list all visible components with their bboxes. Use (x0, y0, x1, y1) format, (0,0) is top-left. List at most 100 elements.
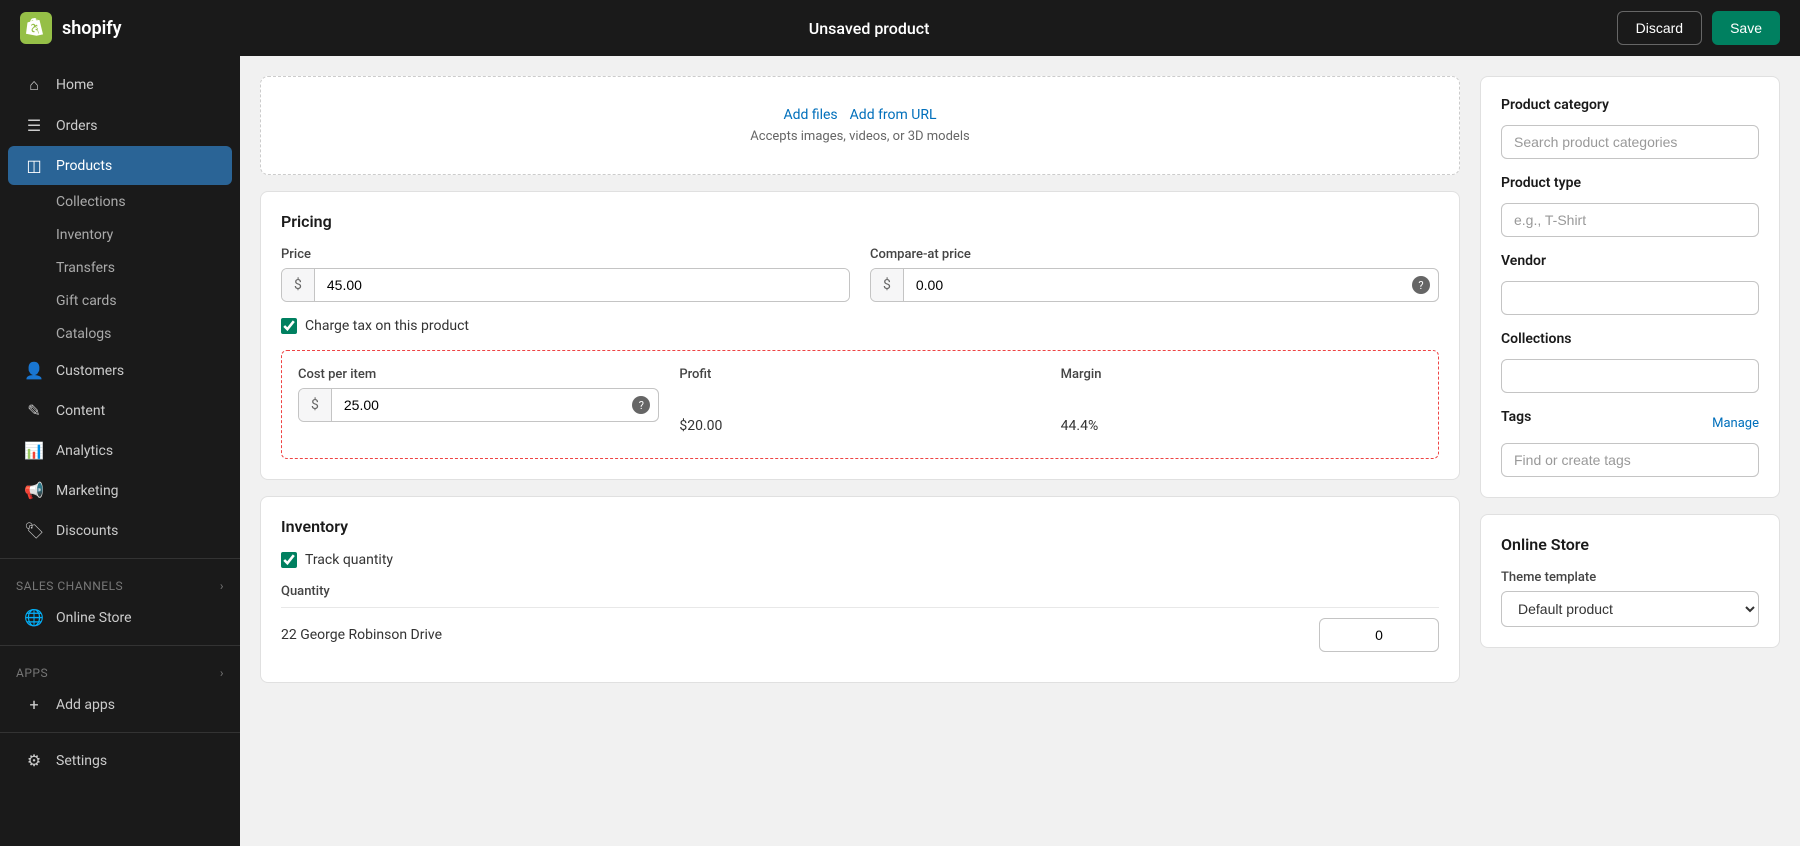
collections-field: Collections (1501, 331, 1759, 393)
sidebar-item-online-store[interactable]: 🌐 Online Store (8, 598, 232, 637)
shopify-logo-icon (20, 12, 52, 44)
compare-price-help-icon[interactable]: ? (1412, 276, 1430, 294)
vendor-input[interactable] (1501, 281, 1759, 315)
media-card-links: Add files Add from URL (281, 107, 1439, 123)
add-apps-icon: + (24, 695, 44, 714)
sidebar-item-customers[interactable]: 👤 Customers (8, 351, 232, 390)
inventory-title: Inventory (281, 517, 1439, 536)
marketing-icon: 📢 (24, 481, 44, 500)
discard-button[interactable]: Discard (1617, 11, 1702, 45)
charge-tax-label[interactable]: Charge tax on this product (305, 318, 469, 334)
product-type-input[interactable] (1501, 203, 1759, 237)
media-accepts-text: Accepts images, videos, or 3D models (281, 129, 1439, 144)
apps-expand-icon[interactable]: › (220, 666, 224, 680)
main-layout: ⌂ Home ☰ Orders ◫ Products Collections I… (0, 56, 1800, 846)
sidebar-item-add-apps[interactable]: + Add apps (8, 685, 232, 724)
quantity-input[interactable] (1319, 618, 1439, 652)
margin-label: Margin (1061, 367, 1422, 382)
tags-header: Tags Manage (1501, 409, 1759, 437)
side-column: Product category Product type Vendor Col… (1480, 76, 1780, 826)
collections-label: Collections (56, 194, 126, 210)
products-submenu: Collections Inventory Transfers Gift car… (0, 186, 240, 350)
sidebar-item-marketing[interactable]: 📢 Marketing (8, 471, 232, 510)
price-input-wrapper: $ (281, 268, 850, 302)
online-store-title: Online Store (1501, 535, 1759, 554)
compare-price-field: Compare-at price $ ? (870, 247, 1439, 302)
topbar: shopify Unsaved product Discard Save (0, 0, 1800, 56)
main-column: Add files Add from URL Accepts images, v… (260, 76, 1460, 826)
inventory-card: Inventory Track quantity Quantity 22 Geo… (260, 496, 1460, 683)
margin-value: 44.4% (1061, 410, 1422, 442)
theme-template-select[interactable]: Default product Custom Landing page (1501, 591, 1759, 627)
sidebar-item-catalogs[interactable]: Catalogs (8, 318, 232, 350)
vendor-field: Vendor (1501, 253, 1759, 315)
compare-currency-symbol: $ (871, 269, 904, 301)
profit-value: $20.00 (679, 410, 1040, 442)
product-type-label: Product type (1501, 175, 1759, 191)
profit-field: Profit $20.00 (679, 367, 1040, 442)
sidebar-item-products[interactable]: ◫ Products (8, 146, 232, 185)
tags-label: Tags (1501, 409, 1531, 425)
price-label: Price (281, 247, 850, 262)
products-icon: ◫ (24, 156, 44, 175)
pricing-title: Pricing (281, 212, 1439, 231)
product-category-input[interactable] (1501, 125, 1759, 159)
sidebar-item-settings[interactable]: ⚙ Settings (8, 741, 232, 780)
cost-per-item-field: Cost per item $ ? (298, 367, 659, 442)
vendor-label: Vendor (1501, 253, 1759, 269)
sidebar-item-collections[interactable]: Collections (8, 186, 232, 218)
sidebar: ⌂ Home ☰ Orders ◫ Products Collections I… (0, 56, 240, 846)
sidebar-item-label: Customers (56, 363, 124, 379)
margin-field: Margin 44.4% (1061, 367, 1422, 442)
sidebar-item-orders[interactable]: ☰ Orders (8, 106, 232, 145)
add-from-url-link[interactable]: Add from URL (850, 107, 937, 123)
cost-help-icon[interactable]: ? (632, 396, 650, 414)
sidebar-item-label: Orders (56, 118, 98, 134)
cost-input[interactable] (332, 389, 632, 421)
sidebar-item-transfers[interactable]: Transfers (8, 252, 232, 284)
sidebar-item-content[interactable]: ✎ Content (8, 391, 232, 430)
compare-price-input-wrapper: $ ? (870, 268, 1439, 302)
transfers-label: Transfers (56, 260, 115, 276)
sidebar-item-home[interactable]: ⌂ Home (8, 65, 232, 105)
compare-price-input[interactable] (904, 269, 1412, 301)
track-quantity-checkbox[interactable] (281, 552, 297, 568)
sales-channels-label: Sales channels › (0, 567, 240, 597)
online-store-card: Online Store Theme template Default prod… (1480, 514, 1780, 648)
product-category-label: Product category (1501, 97, 1759, 113)
quantity-row: 22 George Robinson Drive (281, 607, 1439, 662)
sidebar-item-analytics[interactable]: 📊 Analytics (8, 431, 232, 470)
price-input[interactable] (315, 269, 849, 301)
compare-price-label: Compare-at price (870, 247, 1439, 262)
collections-input[interactable] (1501, 359, 1759, 393)
price-row: Price $ Compare-at price $ ? (281, 247, 1439, 302)
sidebar-item-gift-cards[interactable]: Gift cards (8, 285, 232, 317)
cost-row: Cost per item $ ? Profit $20.00 (298, 367, 1422, 442)
charge-tax-row: Charge tax on this product (281, 318, 1439, 334)
topbar-actions: Discard Save (1617, 11, 1780, 45)
product-type-field: Product type (1501, 175, 1759, 237)
logo: shopify (20, 12, 122, 44)
content-icon: ✎ (24, 401, 44, 420)
sidebar-item-label: Content (56, 403, 105, 419)
sidebar-item-label: Online Store (56, 610, 132, 626)
page-title: Unsaved product (809, 19, 930, 38)
sales-channels-expand-icon[interactable]: › (220, 579, 224, 593)
tags-input[interactable] (1501, 443, 1759, 477)
sidebar-item-discounts[interactable]: 🏷 Discounts (8, 511, 232, 550)
settings-icon: ⚙ (24, 751, 44, 770)
media-card: Add files Add from URL Accepts images, v… (260, 76, 1460, 175)
customers-icon: 👤 (24, 361, 44, 380)
sidebar-item-inventory[interactable]: Inventory (8, 219, 232, 251)
price-currency-symbol: $ (282, 269, 315, 301)
sidebar-item-label: Add apps (56, 697, 115, 713)
save-button[interactable]: Save (1712, 11, 1780, 45)
price-field: Price $ (281, 247, 850, 302)
location-name: 22 George Robinson Drive (281, 627, 442, 643)
track-quantity-label[interactable]: Track quantity (305, 552, 393, 568)
tags-manage-link[interactable]: Manage (1712, 416, 1759, 431)
add-files-link[interactable]: Add files (783, 107, 837, 123)
cost-per-item-label: Cost per item (298, 367, 659, 382)
track-qty-row: Track quantity (281, 552, 1439, 568)
charge-tax-checkbox[interactable] (281, 318, 297, 334)
